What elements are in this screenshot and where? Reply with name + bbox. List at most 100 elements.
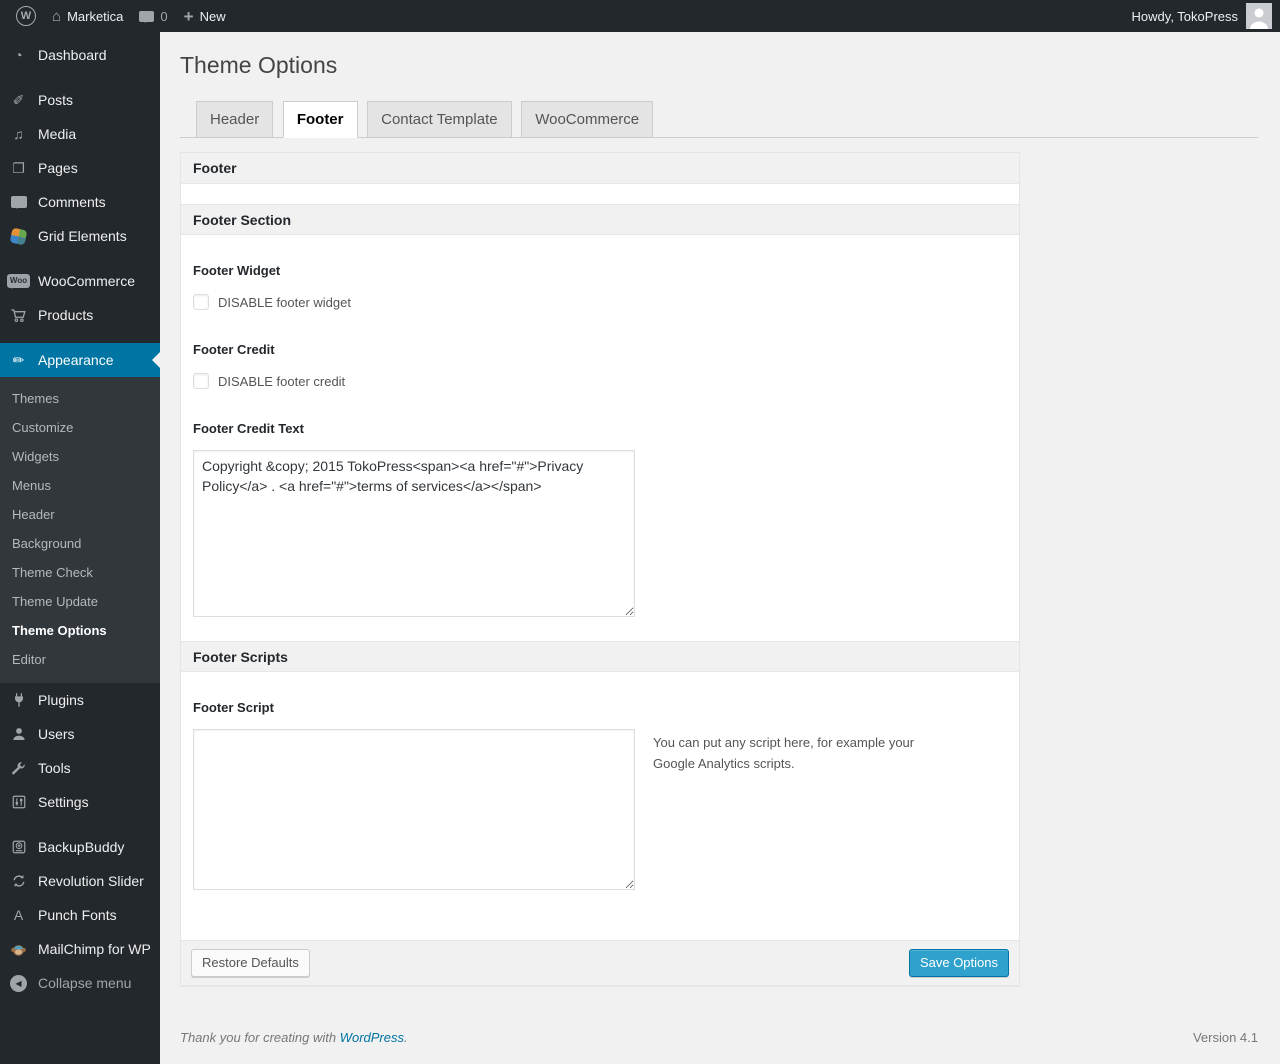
woocommerce-icon: Woo	[6, 274, 31, 289]
font-icon: A	[13, 907, 24, 923]
appearance-submenu: Themes Customize Widgets Menus Header Ba…	[0, 377, 160, 683]
submenu-item-menus[interactable]: Menus	[0, 471, 160, 500]
site-name: Marketica	[67, 8, 124, 24]
restore-defaults-button[interactable]: Restore Defaults	[191, 949, 310, 978]
collapse-arrow-icon: ◀	[8, 974, 29, 992]
media-icon: ♫	[13, 126, 24, 142]
sidebar-item-label: Plugins	[38, 692, 84, 708]
sidebar-item-label: Settings	[38, 794, 89, 810]
wordpress-menu-button[interactable]: W	[8, 0, 44, 32]
avatar[interactable]	[1246, 3, 1272, 29]
sidebar-item-users[interactable]: Users	[0, 717, 160, 751]
sidebar-item-label: MailChimp for WP	[38, 941, 151, 957]
tab-header[interactable]: Header	[196, 100, 274, 138]
version-text: Version 4.1	[1192, 1030, 1258, 1046]
disable-footer-widget-label[interactable]: DISABLE footer widget	[218, 295, 351, 310]
home-icon: ⌂	[52, 7, 62, 25]
disable-footer-credit-checkbox[interactable]	[193, 373, 209, 390]
sidebar-item-plugins[interactable]: Plugins	[0, 683, 160, 717]
howdy-account-link[interactable]: Howdy, TokoPress	[1132, 9, 1238, 24]
tab-contact-template[interactable]: Contact Template	[367, 100, 512, 138]
footer-credit-text-input[interactable]: Copyright &copy; 2015 TokoPress<span><a …	[193, 450, 635, 618]
sidebar-item-label: WooCommerce	[38, 273, 135, 289]
new-content-button[interactable]: + New	[176, 0, 234, 32]
mailchimp-icon	[8, 941, 29, 958]
wordpress-link[interactable]: WordPress	[340, 1030, 404, 1045]
sidebar-item-dashboard[interactable]: ◔ Dashboard	[0, 38, 160, 72]
submenu-item-customize[interactable]: Customize	[0, 413, 160, 442]
sidebar-item-pages[interactable]: ❐ Pages	[0, 151, 160, 185]
footer-credit-text-label: Footer Credit Text	[193, 421, 304, 437]
save-options-button[interactable]: Save Options	[908, 949, 1009, 978]
sidebar-item-backupbuddy[interactable]: BackupBuddy	[0, 830, 160, 864]
sidebar-item-punch-fonts[interactable]: A Punch Fonts	[0, 898, 160, 932]
footer-script-input[interactable]	[193, 729, 635, 891]
comments-shortcut[interactable]: 0	[131, 0, 175, 32]
admin-bar-left: W ⌂ Marketica 0 + New	[0, 0, 234, 32]
sidebar-item-label: Dashboard	[38, 47, 107, 63]
sidebar-item-products[interactable]: Products	[0, 298, 160, 332]
disable-footer-credit-label[interactable]: DISABLE footer credit	[218, 374, 345, 389]
footer-thanks-text: Thank you for creating with WordPress.	[180, 1030, 408, 1045]
sidebar-item-comments[interactable]: Comments	[0, 185, 160, 219]
collapse-menu-label: Collapse menu	[38, 975, 132, 991]
collapse-menu-button[interactable]: ◀ Collapse menu	[0, 966, 160, 1000]
wordpress-logo-icon: W	[16, 6, 36, 26]
sidebar-item-settings[interactable]: Settings	[0, 785, 160, 819]
menu-separator	[0, 332, 160, 343]
sidebar-item-media[interactable]: ♫ Media	[0, 117, 160, 151]
cart-icon	[8, 307, 29, 324]
footer-section-fields: Footer Widget DISABLE footer widget Foot…	[181, 263, 1019, 618]
plus-icon: +	[183, 6, 194, 26]
sidebar-item-label: Media	[38, 126, 77, 142]
settings-icon	[8, 794, 29, 810]
tab-footer[interactable]: Footer	[282, 100, 358, 139]
submenu-item-theme-update[interactable]: Theme Update	[0, 587, 160, 616]
comment-count: 0	[160, 8, 168, 24]
brush-icon: ✏	[12, 351, 25, 368]
footer-widget-label: Footer Widget	[193, 263, 281, 279]
tab-woocommerce[interactable]: WooCommerce	[521, 100, 654, 138]
submenu-item-widgets[interactable]: Widgets	[0, 442, 160, 471]
options-panel: Footer Footer Section Footer Widget DISA…	[180, 152, 1020, 987]
site-link[interactable]: ⌂ Marketica	[44, 0, 131, 32]
submenu-item-theme-options[interactable]: Theme Options	[0, 616, 160, 645]
submenu-item-header[interactable]: Header	[0, 500, 160, 529]
footer-widget-row: DISABLE footer widget	[193, 294, 1007, 311]
wrench-icon	[8, 760, 29, 776]
pushpin-icon: ✐	[12, 91, 25, 108]
sidebar-item-label: Posts	[38, 92, 74, 108]
sidebar-item-label: Grid Elements	[38, 228, 127, 244]
comments-icon	[8, 196, 29, 209]
submenu-item-theme-check[interactable]: Theme Check	[0, 558, 160, 587]
panel-footer-bar: Restore Defaults Save Options	[181, 940, 1019, 986]
disable-footer-widget-checkbox[interactable]	[193, 294, 209, 311]
dashboard-icon: ◔	[14, 47, 23, 63]
comments-icon	[139, 10, 155, 23]
sidebar-item-label: BackupBuddy	[38, 839, 125, 855]
footer-scripts-header: Footer Scripts	[181, 641, 1019, 673]
menu-separator	[0, 819, 160, 830]
sidebar-item-revolution-slider[interactable]: Revolution Slider	[0, 864, 160, 898]
sidebar-item-mailchimp[interactable]: MailChimp for WP	[0, 932, 160, 966]
pages-icon: ❐	[12, 159, 25, 176]
sidebar-item-woocommerce[interactable]: Woo WooCommerce	[0, 264, 160, 298]
sidebar-item-posts[interactable]: ✐ Posts	[0, 83, 160, 117]
sidebar-item-label: Punch Fonts	[38, 907, 117, 923]
sidebar-item-tools[interactable]: Tools	[0, 751, 160, 785]
page-wrap: ◔ Dashboard ✐ Posts ♫ Media ❐ Pages Comm…	[0, 32, 1280, 1064]
menu-separator	[0, 72, 160, 83]
sidebar-item-label: Comments	[38, 194, 106, 210]
sidebar-item-label: Pages	[38, 160, 78, 176]
sidebar-item-label: Tools	[38, 760, 71, 776]
sidebar-item-appearance[interactable]: ✏ Appearance	[0, 343, 160, 377]
sidebar-item-grid-elements[interactable]: Grid Elements	[0, 219, 160, 253]
backup-icon	[8, 839, 29, 855]
submenu-item-editor[interactable]: Editor	[0, 645, 160, 674]
footer-credit-row: DISABLE footer credit	[193, 373, 1007, 390]
submenu-item-background[interactable]: Background	[0, 529, 160, 558]
panel-title-bar: Footer	[181, 153, 1019, 185]
footer-script-label: Footer Script	[193, 700, 274, 716]
submenu-item-themes[interactable]: Themes	[0, 384, 160, 413]
admin-sidebar: ◔ Dashboard ✐ Posts ♫ Media ❐ Pages Comm…	[0, 32, 160, 1064]
